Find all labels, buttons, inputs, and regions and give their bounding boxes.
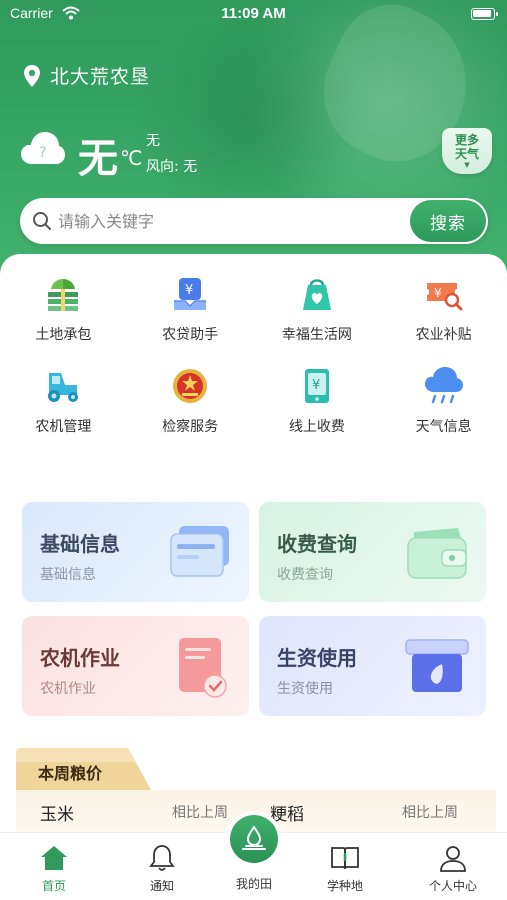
agri-subsidy-icon: ¥ (422, 272, 466, 316)
tab-learn-farming[interactable]: 学种地 (295, 833, 395, 900)
service-label: 农业补贴 (415, 327, 472, 343)
tab-home[interactable]: 首页 (4, 833, 104, 900)
card-supplies-usage[interactable]: 生资使用 生资使用 (259, 616, 486, 716)
seed-box-icon (405, 639, 469, 692)
service-farm-loan[interactable]: ¥ 农贷助手 (127, 272, 254, 344)
card-title: 农机作业 (40, 646, 120, 670)
service-label: 线上收费 (288, 419, 345, 435)
svg-text:¥: ¥ (434, 286, 442, 300)
grain-name-corn: 玉米 (40, 805, 74, 825)
grain-name-rice: 粳稻 (270, 805, 304, 825)
more-weather-button[interactable]: 更多 天气 ▼ (442, 128, 492, 174)
farm-loan-icon: ¥ (168, 272, 212, 316)
status-bar: Carrier 11:09 AM (0, 0, 507, 30)
tab-my-field[interactable] (230, 815, 278, 863)
service-label: 农贷助手 (162, 327, 219, 343)
feature-cards: 基础信息 基础信息 收费查询 收费查询 农机作业 农机作业 生资使用 生资使用 (22, 502, 486, 716)
card-machinery-work[interactable]: 农机作业 农机作业 (22, 616, 249, 716)
tab-notice[interactable]: 通知 (112, 833, 212, 900)
tab-label: 个人中心 (428, 879, 477, 893)
tab-label: 学种地 (326, 879, 363, 893)
location-pin-icon (24, 64, 40, 87)
main-content: 土地承包 ¥ 农贷助手 幸福生活网 ¥ 农业补贴 农机管理 检察服务 ¥ 线上收… (0, 254, 507, 844)
book-icon (330, 843, 360, 873)
tab-label: 我的田 (235, 877, 272, 891)
card-title: 基础信息 (40, 532, 120, 556)
document-check-icon (179, 638, 227, 698)
person-icon (438, 843, 468, 873)
status-time: 11:09 AM (221, 5, 286, 22)
card-fee-query[interactable]: 收费查询 收费查询 (259, 502, 486, 602)
search-icon (33, 212, 51, 230)
search-bar: 搜索 (20, 198, 488, 244)
weather-description: 无 (146, 133, 160, 149)
weather-rain-icon (422, 364, 466, 408)
location-name: 北大荒农垦 (50, 66, 151, 88)
service-farm-machinery[interactable]: 农机管理 (0, 364, 127, 436)
bottom-tab-bar: 首页 通知 我的田 学种地 个人中心 (0, 815, 507, 900)
card-subtitle: 收费查询 (277, 567, 333, 583)
location-selector[interactable]: 北大荒农垦 (24, 62, 150, 89)
service-procuratorate[interactable]: 检察服务 (127, 364, 254, 436)
tab-profile[interactable]: 个人中心 (403, 833, 503, 900)
card-subtitle: 生资使用 (277, 681, 333, 697)
online-payment-icon: ¥ (295, 364, 339, 408)
service-happy-life[interactable]: 幸福生活网 (254, 272, 381, 344)
battery-icon (471, 8, 498, 20)
service-agri-subsidy[interactable]: ¥ 农业补贴 (380, 272, 507, 344)
grain-section-title: 本周粮价 (38, 764, 103, 783)
service-online-payment[interactable]: ¥ 线上收费 (254, 364, 381, 436)
service-label: 农机管理 (35, 419, 92, 435)
search-button[interactable]: 搜索 (410, 200, 486, 242)
grain-compare-label: 相比上周 (172, 805, 228, 821)
tab-label: 通知 (149, 879, 174, 893)
tab-label: 首页 (41, 879, 66, 893)
card-subtitle: 基础信息 (40, 567, 96, 583)
card-subtitle: 农机作业 (40, 681, 96, 697)
grain-compare-label: 相比上周 (402, 805, 458, 821)
service-label: 幸福生活网 (281, 327, 352, 343)
service-grid: 土地承包 ¥ 农贷助手 幸福生活网 ¥ 农业补贴 农机管理 检察服务 ¥ 线上收… (0, 272, 507, 436)
happy-life-icon (295, 272, 339, 316)
farm-machinery-icon (41, 364, 85, 408)
more-weather-label: 更多 (454, 133, 479, 147)
svg-text:¥: ¥ (312, 378, 320, 393)
service-label: 天气信息 (415, 419, 472, 435)
caret-down-icon: ▼ (464, 161, 470, 169)
svg-text:¥: ¥ (185, 283, 193, 298)
card-basic-info[interactable]: 基础信息 基础信息 (22, 502, 249, 602)
card-title: 收费查询 (277, 532, 357, 556)
service-land-contract[interactable]: 土地承包 (0, 272, 127, 344)
search-input[interactable] (58, 198, 418, 244)
procuratorate-emblem-icon (168, 364, 212, 408)
temperature-value: 无 (78, 136, 118, 182)
service-label: 检察服务 (162, 419, 219, 435)
temperature-unit: ℃ (120, 146, 143, 170)
card-title: 生资使用 (277, 646, 357, 670)
more-weather-label: 天气 (454, 147, 479, 161)
wind-direction: 风向: 无 (146, 159, 198, 175)
svg-text:?: ? (39, 145, 46, 161)
service-label: 土地承包 (35, 327, 92, 343)
home-icon (39, 843, 69, 873)
my-field-icon (242, 825, 266, 850)
id-card-icon (170, 526, 229, 577)
cloud-icon: ? (21, 132, 65, 164)
service-weather-info[interactable]: 天气信息 (380, 364, 507, 436)
bell-icon (147, 843, 177, 873)
wallet-icon (407, 528, 467, 579)
land-contract-icon (41, 272, 85, 316)
